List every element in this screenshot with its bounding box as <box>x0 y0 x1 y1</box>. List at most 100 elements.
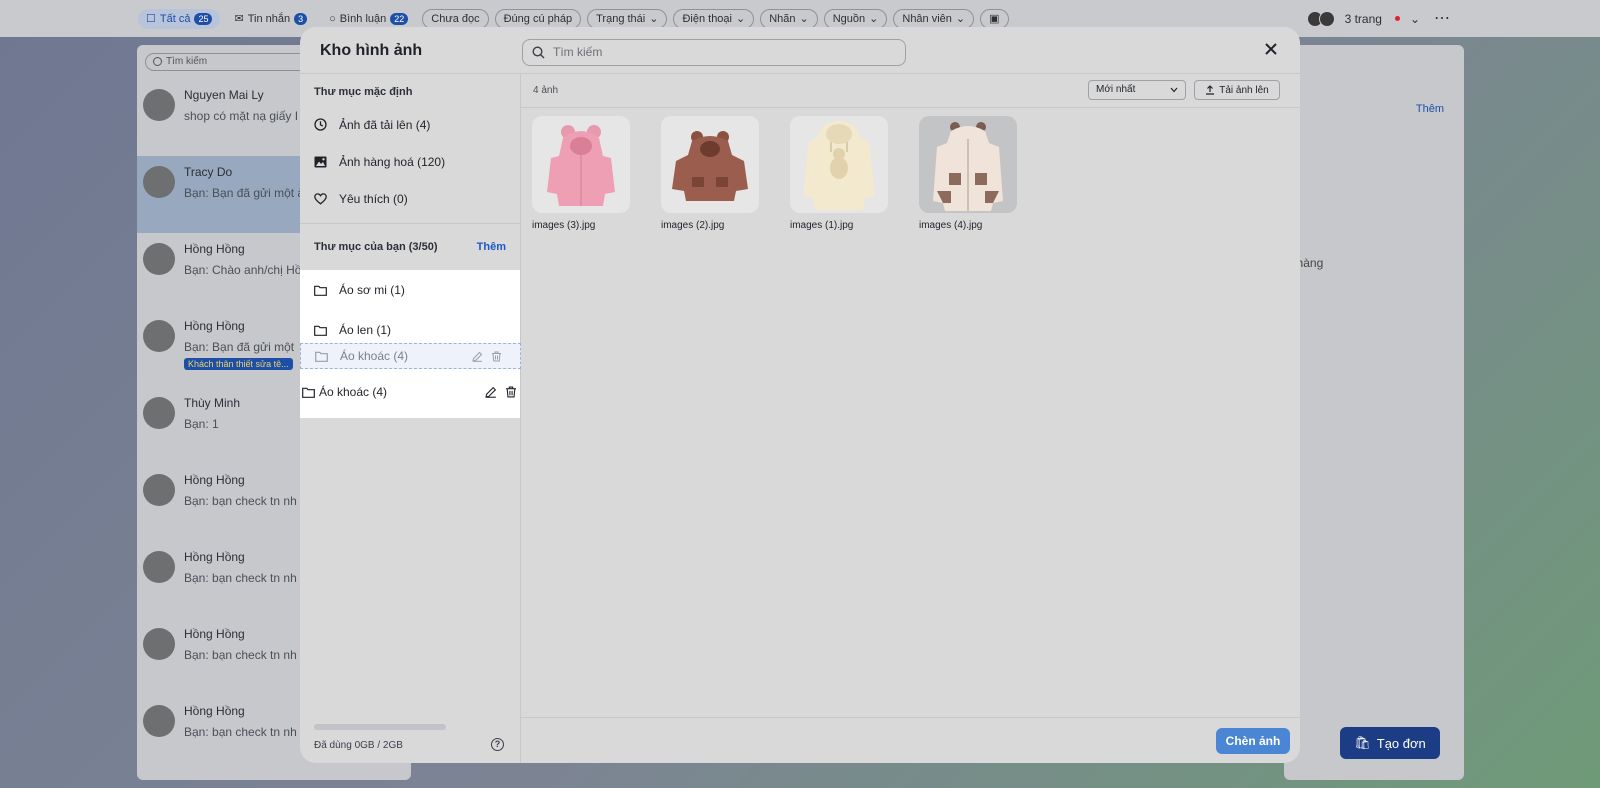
image-icon <box>314 156 327 167</box>
order-panel: Thêm đơn hàng <box>1272 45 1464 780</box>
storage-usage: Đã dùng 0GB / 2GB ? <box>314 724 504 751</box>
tab-all-count: 25 <box>194 12 213 25</box>
search-icon <box>532 46 545 59</box>
filter-unread[interactable]: Chưa đọc <box>422 8 489 29</box>
image-card[interactable]: images (3).jpg <box>532 116 630 231</box>
folder-label: Áo sơ mi (1) <box>339 283 405 297</box>
cream-hoodie-image <box>803 120 875 210</box>
filter-syntax-label: Đúng cú pháp <box>503 12 573 25</box>
folder-label: Áo khoác (4) <box>340 349 409 363</box>
image-library-modal: Kho hình ảnh Tìm kiếm Thư mục mặc định Ả… <box>300 27 1300 763</box>
modal-title: Kho hình ảnh <box>320 42 423 59</box>
your-folders-header: Thư mục của bạn (3/50) Thêm <box>300 224 520 270</box>
trash-icon[interactable] <box>505 386 517 398</box>
chat-icon: ☐ <box>146 13 156 25</box>
page-switcher[interactable]: 3 trang ⌄ <box>1306 0 1600 37</box>
create-order-label: Tạo đơn <box>1376 735 1426 751</box>
pages-label: 3 trang <box>1344 11 1382 26</box>
folder-shirts[interactable]: Áo sơ mi (1) <box>300 270 520 310</box>
filter-staff-label: Nhân viên <box>902 12 952 25</box>
folder-products[interactable]: Ảnh hàng hoá (120) <box>300 143 520 180</box>
conversation-preview: Bạn: Chào anh/chị Hồ <box>184 263 302 277</box>
conversation-preview: Bạn: Bạn đã gửi một <box>184 340 295 354</box>
search-placeholder: Tìm kiếm <box>553 45 603 59</box>
beige-coat-image <box>933 121 1003 211</box>
conversation-preview: Bạn: bạn check tn nh <box>184 725 297 739</box>
folder-uploaded[interactable]: Ảnh đã tải lên (4) <box>300 106 520 143</box>
calendar-filter[interactable]: ▣ <box>980 8 1009 29</box>
order-add-link[interactable]: Thêm <box>1416 103 1444 115</box>
chevron-down-icon: ⌄ <box>869 13 879 25</box>
conversation-preview: Bạn: bạn check tn nh <box>184 571 297 585</box>
help-icon[interactable]: ? <box>491 738 504 751</box>
folder-drop-placeholder: Áo khoác (4) <box>300 343 521 369</box>
sort-select[interactable]: Mới nhất <box>1088 80 1186 100</box>
image-toolbar: 4 ảnh Mới nhất Tải ảnh lên <box>521 74 1300 108</box>
filter-syntax[interactable]: Đúng cú pháp <box>494 8 582 29</box>
filter-source[interactable]: Nguồn ⌄ <box>823 8 888 29</box>
folder-favorites[interactable]: Yêu thích (0) <box>300 180 520 217</box>
tab-messages[interactable]: ✉ Tin nhắn 3 <box>226 9 315 29</box>
image-card[interactable]: images (1).jpg <box>790 116 888 231</box>
folder-icon <box>314 285 327 296</box>
tab-comments[interactable]: ○ Bình luận 22 <box>321 9 416 29</box>
folder-label: Yêu thích (0) <box>339 191 408 206</box>
folder-icon <box>314 325 327 336</box>
sort-value: Mới nhất <box>1096 84 1136 95</box>
trash-icon[interactable] <box>491 351 502 362</box>
avatar <box>143 397 175 429</box>
image-search-input[interactable]: Tìm kiếm <box>522 39 906 66</box>
image-name: images (3).jpg <box>532 220 596 231</box>
customer-tag: Khách thân thiết sửa tê... <box>184 358 293 370</box>
heart-icon <box>314 192 327 205</box>
upload-label: Tải ảnh lên <box>1219 84 1269 96</box>
edit-icon[interactable] <box>485 386 497 398</box>
avatar <box>143 320 175 352</box>
folder-label: Áo khoác (4) <box>319 385 388 399</box>
conversation-name: Tracy Do <box>184 165 233 179</box>
chevron-down-icon: ⌄ <box>649 13 659 25</box>
filter-label-label: Nhãn <box>769 12 796 25</box>
edit-icon[interactable] <box>472 351 483 362</box>
image-grid: images (3).jpg images (2).jpg images (1)… <box>532 116 1017 231</box>
chevron-down-icon: ⌄ <box>736 13 746 25</box>
image-card[interactable]: images (2).jpg <box>661 116 759 231</box>
comment-icon: ○ <box>329 12 336 25</box>
clock-icon <box>314 118 327 131</box>
tab-messages-label: Tin nhắn <box>247 12 291 25</box>
modal-footer: Chèn ảnh <box>521 717 1300 763</box>
storage-bar <box>314 724 446 730</box>
avatar <box>143 551 175 583</box>
create-order-button[interactable]: 🛍 Tạo đơn <box>1340 727 1440 759</box>
filter-phone[interactable]: Điện thoại ⌄ <box>673 8 755 29</box>
conversation-name: Hồng Hồng <box>184 473 245 487</box>
folder-actions <box>472 351 502 362</box>
image-name: images (4).jpg <box>919 220 983 231</box>
image-thumbnail <box>790 116 888 213</box>
filter-label[interactable]: Nhãn ⌄ <box>760 8 818 29</box>
default-folders-title: Thư mục mặc định <box>314 86 413 98</box>
conversation-preview: Bạn: bạn check tn nh <box>184 648 297 662</box>
notification-dot <box>1394 16 1400 21</box>
folder-jackets-dragging[interactable]: Áo khoác (4) <box>300 376 521 408</box>
filter-staff[interactable]: Nhân viên ⌄ <box>893 8 975 29</box>
more-icon[interactable]: ⋯ <box>1434 8 1450 28</box>
filter-status[interactable]: Trạng thái ⌄ <box>587 8 668 29</box>
filter-source-label: Nguồn <box>832 12 866 25</box>
insert-image-button[interactable]: Chèn ảnh <box>1216 728 1290 754</box>
conversation-name: Nguyen Mai Ly <box>184 88 264 102</box>
folder-icon <box>315 351 328 362</box>
conversation-name: Hồng Hồng <box>184 242 245 256</box>
close-icon[interactable] <box>1262 40 1280 58</box>
conversation-name: Hồng Hồng <box>184 550 245 564</box>
mail-icon: ✉ <box>234 13 244 25</box>
upload-button[interactable]: Tải ảnh lên <box>1194 80 1280 100</box>
conversation-name: Thùy Minh <box>184 396 241 410</box>
folder-label: Ảnh đã tải lên (4) <box>339 117 431 132</box>
add-folder-button[interactable]: Thêm <box>477 241 506 253</box>
image-thumbnail <box>532 116 630 213</box>
image-card[interactable]: images (4).jpg <box>919 116 1017 231</box>
tab-comments-count: 22 <box>390 12 409 25</box>
tab-all[interactable]: ☐ Tất cả 25 <box>138 8 221 29</box>
brown-jacket-image <box>672 130 748 201</box>
